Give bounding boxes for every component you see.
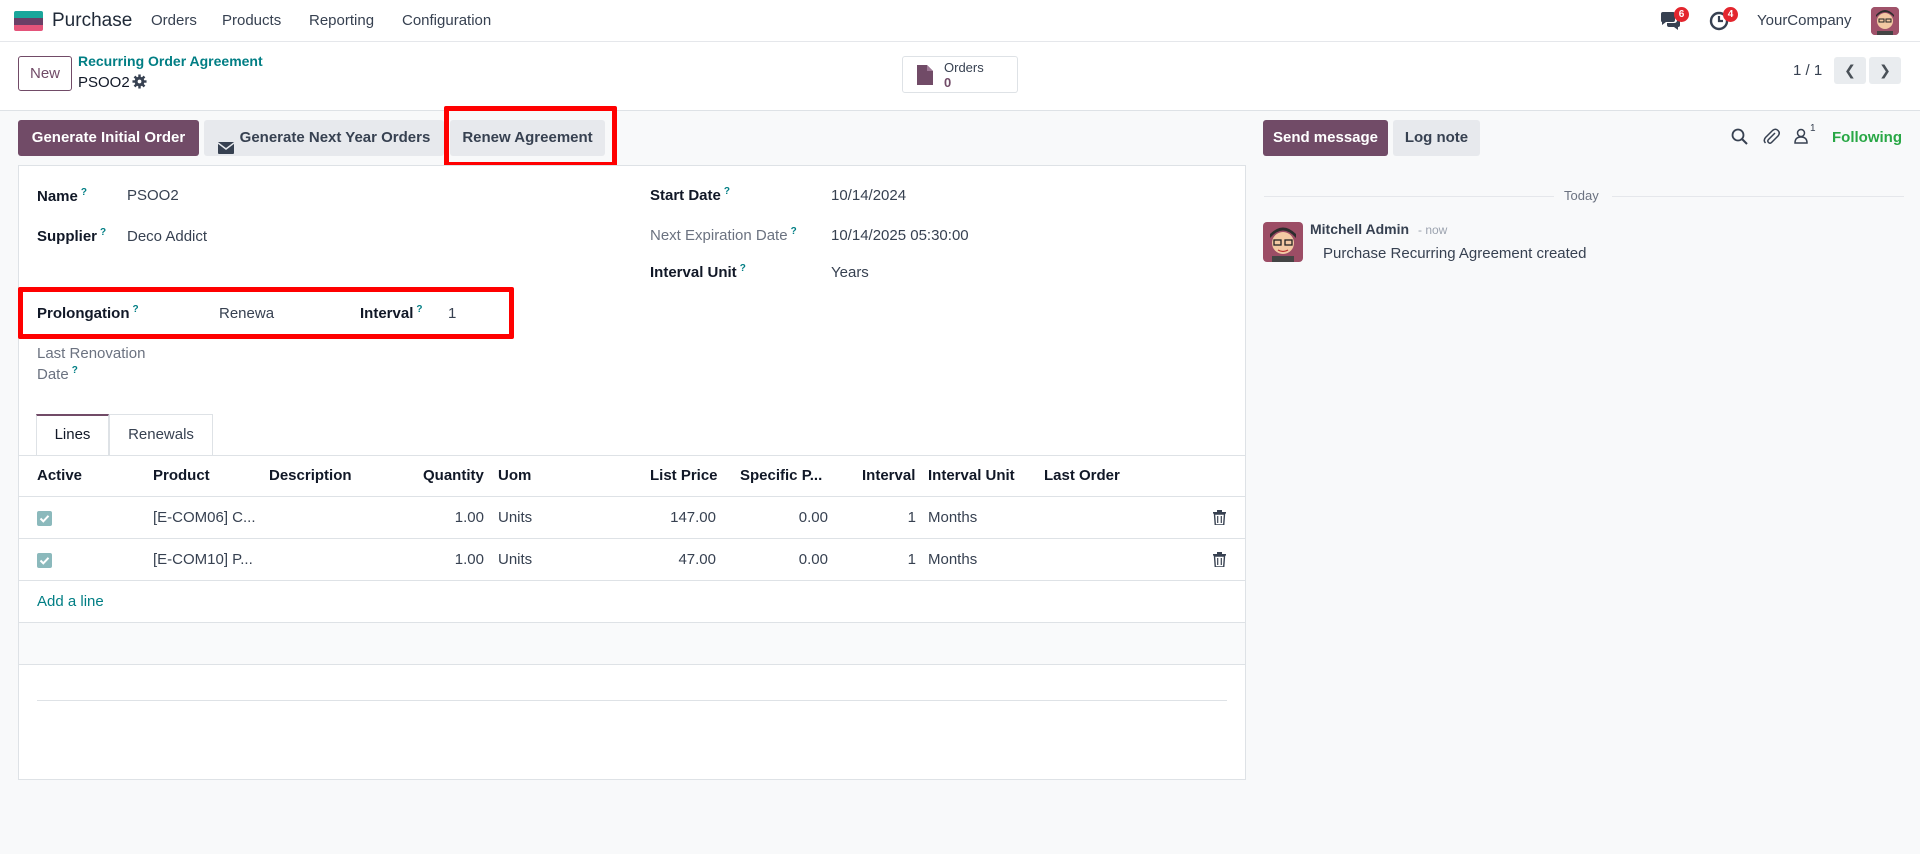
send-message-button[interactable]: Send message <box>1263 120 1388 156</box>
next-expiration-date-field: 10/14/2025 05:30:00 <box>831 227 969 244</box>
row-interval-unit[interactable]: Months <box>928 509 977 526</box>
followers-count: 1 <box>1810 123 1816 134</box>
envelope-icon <box>217 132 235 154</box>
generate-initial-order-button[interactable]: Generate Initial Order <box>18 120 199 156</box>
breadcrumb-current: PSOO2 <box>78 74 130 91</box>
search-icon[interactable] <box>1731 128 1749 146</box>
active-checkbox[interactable] <box>37 511 52 526</box>
row-specific-price[interactable]: 0.00 <box>739 551 828 568</box>
chevron-right-icon: ❯ <box>1879 62 1891 78</box>
row-product[interactable]: [E-COM10] P... <box>153 551 253 568</box>
name-field[interactable]: PSOO2 <box>127 187 179 204</box>
row-uom[interactable]: Units <box>498 509 532 526</box>
column-header-interval-unit[interactable]: Interval Unit <box>928 467 1015 484</box>
row-interval[interactable]: 1 <box>859 551 916 568</box>
date-separator-line-left <box>1264 196 1554 197</box>
top-navbar: Purchase Orders Products Reporting Confi… <box>0 0 1920 42</box>
smart-button-label: Orders <box>944 60 984 75</box>
control-panel: New Recurring Order Agreement PSOO2 Orde… <box>0 42 1920 111</box>
highlight-box-prolongation <box>18 287 514 339</box>
new-button[interactable]: New <box>18 56 72 91</box>
supplier-label: Supplier? <box>37 227 107 245</box>
menu-reporting[interactable]: Reporting <box>309 12 374 29</box>
date-separator-line-right <box>1612 196 1904 197</box>
purchase-app-icon[interactable] <box>14 11 43 31</box>
column-header-interval[interactable]: Interval <box>862 467 915 484</box>
messages-icon[interactable]: 6 <box>1659 7 1689 33</box>
start-date-field[interactable]: 10/14/2024 <box>831 187 906 204</box>
highlight-box-renew <box>444 106 617 167</box>
breadcrumb-parent-link[interactable]: Recurring Order Agreement <box>78 53 263 69</box>
column-header-quantity[interactable]: Quantity <box>423 467 484 484</box>
document-icon <box>917 65 933 85</box>
table-footer-divider <box>37 700 1227 701</box>
column-header-product[interactable]: Product <box>153 467 210 484</box>
row-list-price[interactable]: 47.00 <box>619 551 716 568</box>
message-body: Purchase Recurring Agreement created <box>1323 245 1587 262</box>
lines-table-header: Active Product Description Quantity Uom … <box>19 456 1245 497</box>
column-header-last-order[interactable]: Last Order <box>1044 467 1120 484</box>
activities-count-badge: 4 <box>1723 7 1738 22</box>
column-header-list-price[interactable]: List Price <box>650 467 718 484</box>
row-list-price[interactable]: 147.00 <box>619 509 716 526</box>
orders-smart-button[interactable]: Orders 0 <box>902 56 1018 93</box>
messages-count-badge: 6 <box>1674 7 1689 22</box>
message-author[interactable]: Mitchell Admin <box>1310 221 1409 237</box>
chevron-left-icon: ❮ <box>1844 62 1856 78</box>
last-renovation-date-label: Last Renovation Date? <box>37 345 146 383</box>
add-line-link[interactable]: Add a line <box>37 593 104 610</box>
column-header-active[interactable]: Active <box>37 467 82 484</box>
tab-lines[interactable]: Lines <box>36 414 109 456</box>
empty-row <box>19 623 1245 665</box>
form-sheet: Name? PSOO2 Supplier? Deco Addict Start … <box>18 165 1246 780</box>
active-checkbox[interactable] <box>37 553 52 568</box>
next-expiration-date-label: Next Expiration Date? <box>650 226 797 244</box>
generate-next-year-orders-button[interactable]: Generate Next Year Orders <box>204 120 444 156</box>
menu-products[interactable]: Products <box>222 12 281 29</box>
name-label: Name? <box>37 187 87 205</box>
smart-button-value: 0 <box>944 75 952 90</box>
activities-icon[interactable]: 4 <box>1709 7 1738 33</box>
generate-next-year-label: Generate Next Year Orders <box>239 129 431 146</box>
table-row[interactable]: [E-COM06] C... 1.00 Units 147.00 0.00 1 … <box>19 497 1245 539</box>
column-header-specific-price[interactable]: Specific P... <box>740 467 822 484</box>
gear-icon[interactable] <box>132 74 148 90</box>
row-quantity[interactable]: 1.00 <box>409 551 484 568</box>
menu-orders[interactable]: Orders <box>151 12 197 29</box>
user-avatar[interactable] <box>1871 7 1899 35</box>
menu-configuration[interactable]: Configuration <box>402 12 491 29</box>
pager-next-button[interactable]: ❯ <box>1869 57 1901 84</box>
row-quantity[interactable]: 1.00 <box>409 509 484 526</box>
followers-icon[interactable]: 1 <box>1794 123 1816 146</box>
app-name[interactable]: Purchase <box>52 10 132 32</box>
pager-value[interactable]: 1 / 1 <box>1793 62 1822 79</box>
interval-unit-label: Interval Unit? <box>650 263 746 281</box>
trash-icon[interactable] <box>1213 510 1227 526</box>
trash-icon[interactable] <box>1213 552 1227 568</box>
add-line-row: Add a line <box>19 581 1245 623</box>
column-header-uom[interactable]: Uom <box>498 467 531 484</box>
row-specific-price[interactable]: 0.00 <box>739 509 828 526</box>
row-uom[interactable]: Units <box>498 551 532 568</box>
paperclip-icon[interactable] <box>1763 128 1781 146</box>
date-separator: Today <box>1564 188 1599 203</box>
start-date-label: Start Date? <box>650 186 730 204</box>
pager-previous-button[interactable]: ❮ <box>1834 57 1866 84</box>
message-time: - now <box>1418 223 1448 237</box>
row-product[interactable]: [E-COM06] C... <box>153 509 256 526</box>
tab-renewals[interactable]: Renewals <box>109 414 213 455</box>
supplier-field[interactable]: Deco Addict <box>127 228 207 245</box>
column-header-description[interactable]: Description <box>269 467 352 484</box>
row-interval[interactable]: 1 <box>859 509 916 526</box>
author-avatar[interactable] <box>1263 222 1303 262</box>
interval-unit-field[interactable]: Years <box>831 264 869 281</box>
table-row[interactable]: [E-COM10] P... 1.00 Units 47.00 0.00 1 M… <box>19 539 1245 581</box>
log-note-button[interactable]: Log note <box>1393 120 1480 156</box>
company-switcher[interactable]: YourCompany <box>1757 12 1852 29</box>
following-toggle[interactable]: Following <box>1832 129 1902 146</box>
row-interval-unit[interactable]: Months <box>928 551 977 568</box>
